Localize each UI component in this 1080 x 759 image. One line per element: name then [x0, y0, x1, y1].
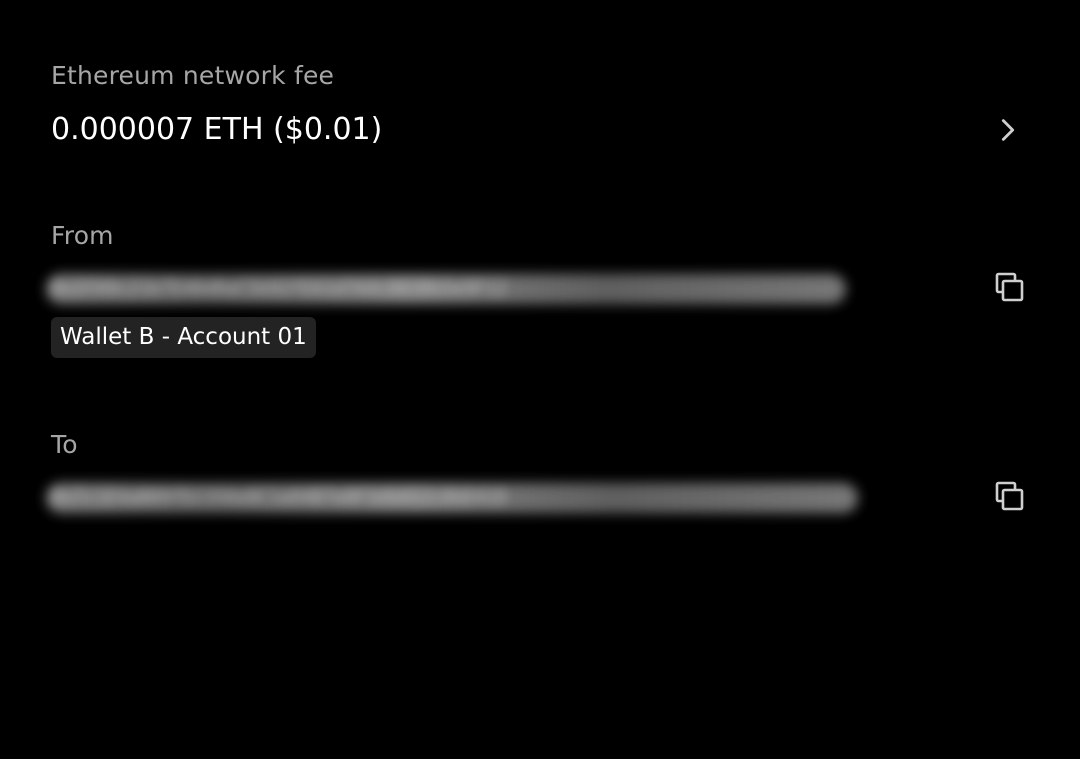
from-address: 0x3fA9c21b7E48d0aC5b92fE61d7A4c803Bb5e9F…: [52, 278, 508, 299]
to-address: 0x7c1E4aB09fD2356e8C1a94B7e0F3d6A52c8bE4…: [52, 487, 508, 508]
chevron-right-icon[interactable]: [994, 116, 1022, 144]
fee-label: Ethereum network fee: [51, 61, 335, 90]
copy-to-address-icon[interactable]: [992, 479, 1028, 515]
fee-value: 0.000007 ETH ($0.01): [51, 112, 383, 147]
account-badge: Wallet B - Account 01: [51, 317, 316, 358]
from-label: From: [51, 221, 114, 250]
to-label: To: [51, 430, 78, 459]
copy-from-address-icon[interactable]: [992, 270, 1028, 306]
network-fee-row[interactable]: 0.000007 ETH ($0.01): [0, 104, 1080, 154]
